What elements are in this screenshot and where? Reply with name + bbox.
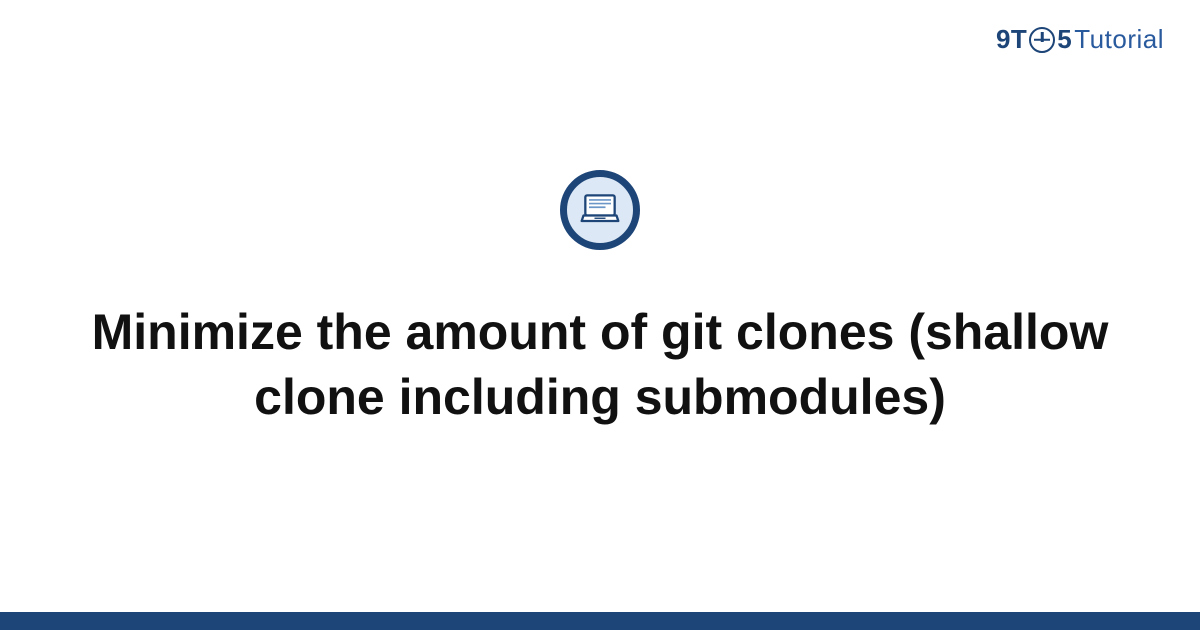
brand-suffix: 5 (1057, 24, 1072, 55)
page-title: Minimize the amount of git clones (shall… (90, 300, 1110, 430)
brand-logo: 9T 5 Tutorial (996, 24, 1164, 55)
laptop-icon (560, 170, 640, 250)
clock-icon (1029, 27, 1055, 53)
brand-word: Tutorial (1074, 24, 1164, 55)
footer-bar (0, 612, 1200, 630)
brand-prefix: 9T (996, 24, 1027, 55)
main-content: Minimize the amount of git clones (shall… (0, 0, 1200, 630)
